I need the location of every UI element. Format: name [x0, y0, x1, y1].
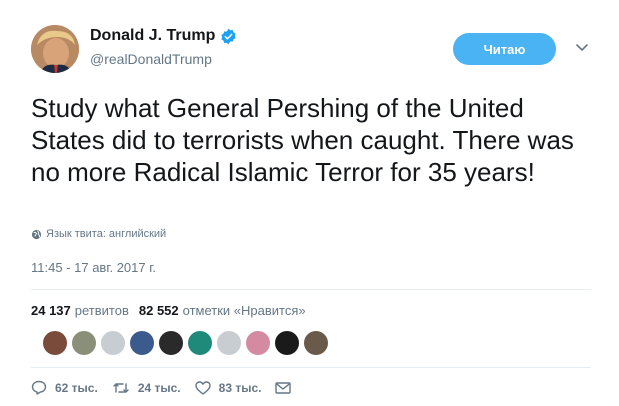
tweet-text: Study what General Pershing of the Unite…	[31, 93, 574, 187]
retweet-icon	[113, 382, 129, 393]
globe-icon	[31, 229, 42, 239]
liker-avatar[interactable]	[188, 331, 212, 355]
reply-button[interactable]: 62 тыс.	[31, 380, 98, 395]
retweet-count: 24 137	[31, 303, 71, 318]
liker-avatar[interactable]	[101, 331, 125, 355]
tweet-timestamp[interactable]: 11:45 - 17 авг. 2017 г.	[31, 260, 156, 275]
liker-avatar[interactable]	[246, 331, 270, 355]
tweet-language-note: Язык твита: английский	[31, 228, 166, 240]
verified-badge-icon	[221, 28, 236, 44]
divider-top	[31, 289, 591, 290]
liker-avatars	[43, 331, 333, 355]
user-handle[interactable]: @realDonaldTrump	[90, 51, 212, 67]
liker-avatar[interactable]	[43, 331, 67, 355]
liker-avatar[interactable]	[130, 331, 154, 355]
like-button[interactable]: 83 тыс.	[194, 380, 262, 395]
liker-avatar[interactable]	[275, 331, 299, 355]
like-count: 82 552	[138, 303, 179, 318]
envelope-icon	[275, 381, 292, 394]
like-stat[interactable]: 82 552 отметки «Нравится»	[139, 303, 306, 318]
following-button[interactable]: Читаю	[453, 33, 556, 65]
retweet-stat[interactable]: 24 137 ретвитов	[31, 303, 129, 318]
like-action-count: 83 тыс.	[218, 380, 262, 395]
liker-avatar[interactable]	[304, 331, 328, 355]
chevron-down-icon[interactable]	[575, 42, 589, 54]
liker-avatar[interactable]	[217, 331, 241, 355]
user-name[interactable]: Donald J. Trump	[90, 27, 215, 45]
retweet-label: ретвитов	[74, 303, 129, 318]
liker-avatar[interactable]	[159, 331, 183, 355]
retweet-action-count: 24 тыс.	[137, 380, 181, 395]
language-label: Язык твита: английский	[46, 228, 167, 240]
like-label: отметки «Нравится»	[182, 303, 306, 318]
user-name-row[interactable]: Donald J. Trump	[90, 27, 237, 45]
heart-icon	[194, 380, 211, 395]
tweet-stats: 24 137 ретвитов 82 552 отметки «Нравится»	[31, 303, 316, 318]
retweet-button[interactable]: 24 тыс.	[112, 381, 181, 395]
divider-bottom	[31, 367, 591, 368]
direct-message-button[interactable]	[275, 381, 299, 394]
tweet-actions: 62 тыс. 24 тыс. 83 тыс.	[31, 380, 313, 395]
avatar[interactable]	[31, 25, 79, 73]
reply-count: 62 тыс.	[55, 380, 98, 395]
reply-icon	[31, 380, 47, 395]
liker-avatar[interactable]	[72, 331, 96, 355]
